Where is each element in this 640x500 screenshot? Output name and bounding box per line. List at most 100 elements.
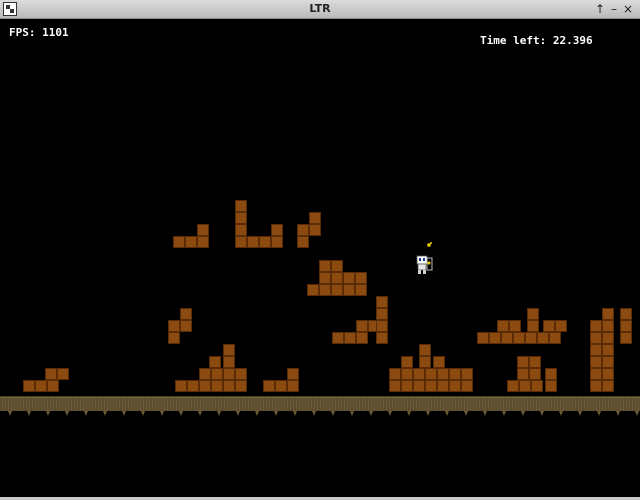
game-canvas[interactable]: FPS: 1101 Time left: 22.396 xyxy=(0,19,640,497)
ground-spike xyxy=(65,411,69,416)
brick-block xyxy=(590,344,602,356)
player-eye xyxy=(419,258,421,261)
brick-block xyxy=(187,380,199,392)
ground-spike xyxy=(274,411,278,416)
brick-block xyxy=(235,212,247,224)
brick-block xyxy=(376,320,388,332)
ground-spike xyxy=(369,411,373,416)
brick-block xyxy=(602,332,614,344)
game-scene xyxy=(0,200,640,416)
brick-block xyxy=(602,308,614,320)
brick-block xyxy=(356,320,368,332)
brick-block xyxy=(425,368,437,380)
brick-block xyxy=(197,224,209,236)
brick-block xyxy=(343,272,355,284)
brick-block xyxy=(590,320,602,332)
brick-block xyxy=(529,368,541,380)
brick-block xyxy=(307,284,319,296)
brick-block xyxy=(168,332,180,344)
brick-block xyxy=(602,320,614,332)
ground-spike xyxy=(236,411,240,416)
minimize-icon[interactable]: – xyxy=(607,1,621,17)
ground-spike xyxy=(597,411,601,416)
brick-block xyxy=(319,272,331,284)
brick-block xyxy=(209,356,221,368)
brick-block xyxy=(275,380,287,392)
brick-block xyxy=(501,332,513,344)
brick-block xyxy=(35,380,47,392)
brick-block xyxy=(263,380,275,392)
brick-block xyxy=(331,272,343,284)
maximize-icon[interactable]: ↑ xyxy=(593,1,607,17)
brick-block xyxy=(223,344,235,356)
ground-spike xyxy=(464,411,468,416)
brick-block xyxy=(497,320,509,332)
brick-block xyxy=(537,332,549,344)
ground-spike xyxy=(635,411,639,416)
brick-block xyxy=(555,320,567,332)
brick-block xyxy=(477,332,489,344)
brick-block xyxy=(602,368,614,380)
ground-spike xyxy=(293,411,297,416)
ground-spike xyxy=(616,411,620,416)
ground-spike xyxy=(84,411,88,416)
brick-block xyxy=(344,332,356,344)
ground-spike xyxy=(122,411,126,416)
ground-spike xyxy=(407,411,411,416)
brick-block xyxy=(527,320,539,332)
brick-block xyxy=(297,224,309,236)
brick-block xyxy=(287,380,299,392)
ground-spike xyxy=(103,411,107,416)
brick-block xyxy=(175,380,187,392)
ground-spike xyxy=(540,411,544,416)
brick-block xyxy=(419,356,431,368)
player-eye xyxy=(423,258,425,261)
ground-spike xyxy=(179,411,183,416)
brick-block xyxy=(449,368,461,380)
ground-spike xyxy=(8,411,12,416)
brick-block xyxy=(433,356,445,368)
brick-block xyxy=(461,368,473,380)
brick-block xyxy=(223,356,235,368)
ground-spike xyxy=(559,411,563,416)
brick-block xyxy=(620,332,632,344)
brick-block xyxy=(23,380,35,392)
brick-block xyxy=(355,284,367,296)
brick-block xyxy=(389,368,401,380)
brick-block xyxy=(309,224,321,236)
brick-block xyxy=(590,356,602,368)
player-leg xyxy=(423,270,426,274)
brick-block xyxy=(376,332,388,344)
ground-spike xyxy=(426,411,430,416)
ground-spike xyxy=(46,411,50,416)
brick-block xyxy=(376,308,388,320)
window-title: LTR xyxy=(309,2,331,15)
brick-block xyxy=(57,368,69,380)
player-gem xyxy=(427,261,431,265)
brick-block xyxy=(180,308,192,320)
close-icon[interactable]: × xyxy=(621,1,635,17)
gold-spark xyxy=(430,242,432,244)
brick-block xyxy=(309,212,321,224)
ground-spike xyxy=(445,411,449,416)
brick-block xyxy=(602,344,614,356)
title-bar[interactable]: LTR ↑ – × xyxy=(0,0,640,19)
brick-block xyxy=(45,368,57,380)
brick-block xyxy=(549,332,561,344)
brick-block xyxy=(509,320,521,332)
brick-block xyxy=(401,356,413,368)
brick-block xyxy=(602,380,614,392)
ground-spike xyxy=(521,411,525,416)
brick-block xyxy=(343,284,355,296)
brick-block xyxy=(271,236,283,248)
brick-block xyxy=(543,320,555,332)
brick-block xyxy=(425,380,437,392)
brick-block xyxy=(517,368,529,380)
brick-block xyxy=(235,236,247,248)
ground-spike xyxy=(141,411,145,416)
brick-block xyxy=(199,368,211,380)
ground-spike xyxy=(502,411,506,416)
brick-block xyxy=(602,356,614,368)
brick-block xyxy=(197,236,209,248)
brick-block xyxy=(332,332,344,344)
